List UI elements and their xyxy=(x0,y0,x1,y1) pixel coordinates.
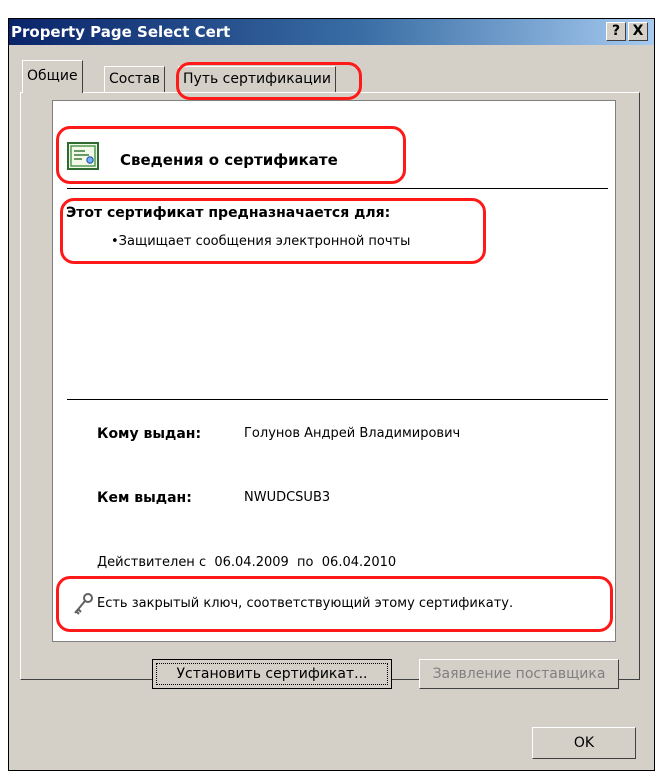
close-button[interactable]: X xyxy=(628,22,648,41)
ok-button[interactable]: OK xyxy=(532,727,636,759)
validity-period: Действителен с 06.04.2009 по 06.04.2010 xyxy=(97,555,397,570)
annotation-key-highlight xyxy=(56,576,613,632)
divider-bottom xyxy=(67,399,608,400)
divider-top xyxy=(67,188,608,189)
title-bar: Property Page Select Cert ? X xyxy=(9,19,654,45)
window-title: Property Page Select Cert xyxy=(11,23,231,41)
tab-details[interactable]: Состав xyxy=(104,66,166,92)
help-button[interactable]: ? xyxy=(606,22,626,41)
issued-to-label: Кому выдан: xyxy=(97,426,202,442)
annotation-purpose-highlight xyxy=(60,198,486,264)
issued-to-value: Голунов Андрей Владимирович xyxy=(244,426,461,441)
annotation-tab-highlight xyxy=(176,62,362,100)
issued-by-label: Кем выдан: xyxy=(97,490,192,506)
annotation-header-highlight xyxy=(56,126,406,184)
tab-general[interactable]: Общие xyxy=(22,60,83,93)
issuer-statement-button[interactable]: Заявление поставщика xyxy=(419,659,619,689)
issued-by-value: NWUDCSUB3 xyxy=(244,490,331,505)
install-certificate-button[interactable]: Установить сертификат... xyxy=(152,659,392,689)
